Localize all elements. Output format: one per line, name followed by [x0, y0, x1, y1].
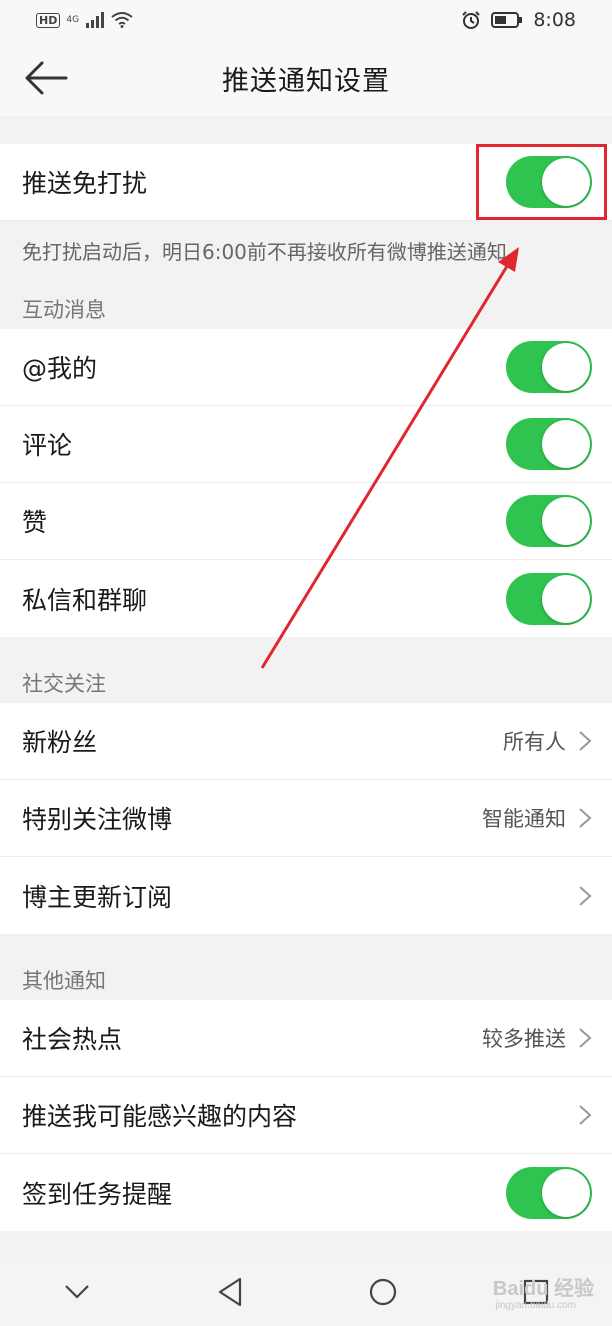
- messages-row: 私信和群聊: [0, 560, 612, 637]
- chevron-right-icon: [579, 1105, 592, 1125]
- checkin-toggle[interactable]: [506, 1166, 592, 1219]
- triangle-back-icon: [218, 1277, 241, 1307]
- alarm-icon: [462, 11, 481, 29]
- messages-label: 私信和群聊: [22, 585, 148, 615]
- mentions-label: @我的: [22, 354, 98, 383]
- special-follow-value-group: 智能通知: [482, 803, 592, 833]
- subscription-value-group: [578, 885, 592, 907]
- interest-label: 推送我可能感兴趣的内容: [22, 1102, 298, 1131]
- page-title: 推送通知设置: [222, 65, 390, 97]
- wifi-icon: [111, 12, 133, 28]
- back-arrow-icon: [25, 61, 68, 95]
- new-fans-row[interactable]: 新粉丝 所有人: [0, 703, 612, 780]
- hd-indicator: HD: [36, 12, 61, 28]
- mentions-row: @我的: [0, 329, 612, 406]
- watermark-url: jingyan.baidu.com: [495, 1300, 576, 1311]
- status-right: 8:08: [461, 9, 576, 31]
- special-follow-label: 特别关注微博: [22, 805, 173, 834]
- chevron-down-icon: [64, 1285, 89, 1299]
- checkin-row: 签到任务提醒: [0, 1154, 612, 1231]
- messages-toggle[interactable]: [506, 572, 592, 625]
- battery-icon: [491, 12, 523, 28]
- chevron-right-icon: [579, 731, 592, 751]
- network-type: 4G: [66, 15, 80, 25]
- likes-row: 赞: [0, 483, 612, 560]
- hot-topics-value: 较多推送: [482, 1027, 566, 1051]
- watermark-logo: Baidu 经验: [492, 1278, 594, 1300]
- hot-topics-value-group: 较多推送: [482, 1023, 592, 1053]
- comments-row: 评论: [0, 406, 612, 483]
- dnd-toggle[interactable]: [506, 156, 592, 208]
- likes-toggle[interactable]: [506, 495, 592, 547]
- subscription-label: 博主更新订阅: [22, 882, 173, 912]
- back-button[interactable]: [22, 58, 70, 98]
- mentions-toggle[interactable]: [506, 341, 592, 393]
- toggle-knob: [542, 497, 590, 545]
- interest-value-group: [578, 1104, 592, 1126]
- hot-topics-row[interactable]: 社会热点 较多推送: [0, 1000, 612, 1077]
- toggle-knob: [542, 1168, 590, 1217]
- likes-label: 赞: [22, 508, 48, 537]
- special-follow-row[interactable]: 特别关注微博 智能通知: [0, 780, 612, 857]
- section-other: 其他通知: [22, 969, 106, 993]
- checkin-label: 签到任务提醒: [22, 1179, 173, 1209]
- section-interactive: 互动消息: [22, 298, 106, 322]
- interest-row[interactable]: 推送我可能感兴趣的内容: [0, 1077, 612, 1154]
- section-social: 社交关注: [22, 672, 106, 696]
- toggle-knob: [542, 343, 590, 391]
- comments-label: 评论: [22, 431, 73, 460]
- new-fans-label: 新粉丝: [22, 728, 98, 757]
- nav-collapse-button[interactable]: [47, 1262, 107, 1322]
- nav-back-button[interactable]: [200, 1262, 260, 1322]
- circle-home-icon: [369, 1278, 396, 1306]
- toggle-knob: [542, 574, 590, 623]
- clock: 8:08: [533, 9, 576, 31]
- signal-icon: [86, 12, 105, 28]
- special-follow-value: 智能通知: [482, 807, 566, 831]
- nav-home-button[interactable]: [353, 1262, 413, 1322]
- toggle-knob: [542, 158, 590, 206]
- chevron-right-icon: [579, 808, 592, 828]
- status-bar: HD 4G 8:08: [0, 0, 612, 40]
- dnd-row: 推送免打扰: [0, 144, 612, 221]
- page-header: 推送通知设置: [0, 40, 612, 116]
- chevron-right-icon: [579, 1028, 592, 1048]
- comments-toggle[interactable]: [506, 418, 592, 470]
- status-left: HD 4G: [36, 12, 133, 28]
- chevron-right-icon: [579, 885, 592, 906]
- dnd-hint: 免打扰启动后，明日6:00前不再接收所有微博推送通知: [22, 240, 507, 264]
- subscription-row[interactable]: 博主更新订阅: [0, 857, 612, 934]
- dnd-label: 推送免打扰: [22, 169, 148, 198]
- toggle-knob: [542, 420, 590, 468]
- new-fans-value-group: 所有人: [503, 726, 592, 756]
- new-fans-value: 所有人: [503, 730, 566, 754]
- hot-topics-label: 社会热点: [22, 1025, 123, 1054]
